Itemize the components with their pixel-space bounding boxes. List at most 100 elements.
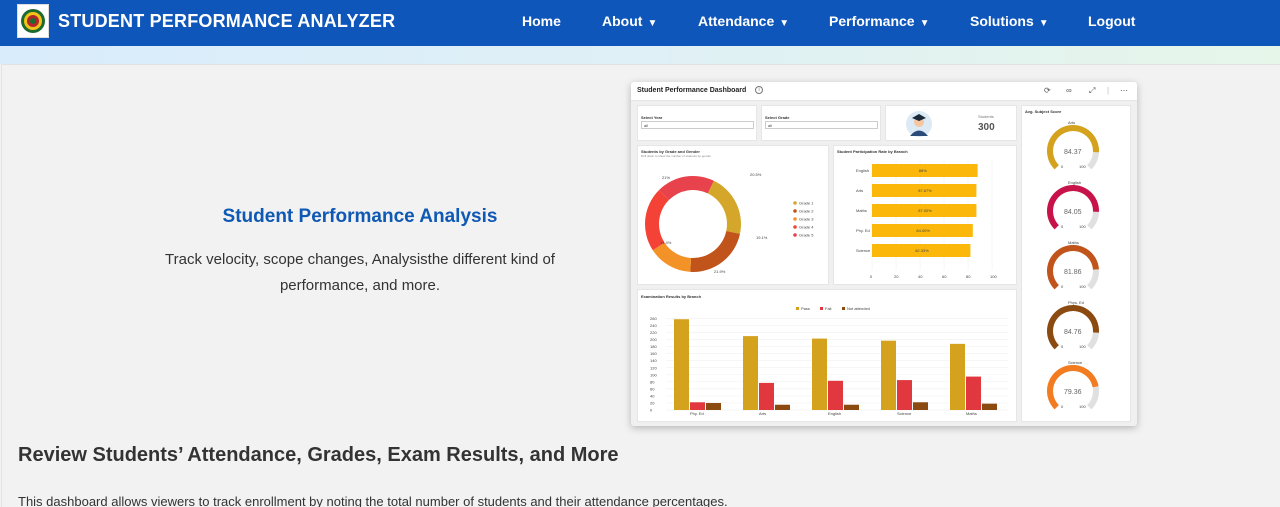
chevron-down-icon: ▼ bbox=[779, 18, 790, 29]
exam-bar bbox=[844, 404, 859, 410]
bar-data-label: 88% bbox=[919, 168, 927, 173]
bar-data-label: 82.33% bbox=[915, 248, 929, 253]
donut-data-label: 21.9% bbox=[714, 269, 726, 274]
y-tick-label: 180 bbox=[650, 344, 657, 349]
x-tick-label: 40 bbox=[918, 274, 923, 279]
select-grade-card: Select Grade all bbox=[761, 105, 881, 141]
exam-bar bbox=[706, 402, 721, 410]
nav-solutions[interactable]: Solutions ▼ bbox=[970, 13, 1049, 29]
more-icon[interactable]: ⋯ bbox=[1120, 86, 1128, 95]
exam-bar bbox=[690, 402, 705, 410]
dashboard-preview: Student Performance Dashboard i ⟳ ∞ ⤢ | … bbox=[631, 82, 1137, 426]
gauge-min: 0 bbox=[1061, 224, 1064, 229]
gauge-max: 100 bbox=[1079, 404, 1086, 409]
legend-marker bbox=[793, 209, 797, 213]
legend-marker bbox=[793, 217, 797, 221]
participation-chart[interactable]: 0 20 40 60 80 100 English 88% Arts 87.67% Maths 87.… bbox=[834, 146, 1018, 286]
y-tick-label: 80 bbox=[650, 379, 655, 384]
y-tick-label: 40 bbox=[650, 393, 655, 398]
gauge-max: 100 bbox=[1079, 164, 1086, 169]
select-grade-dropdown[interactable]: all bbox=[765, 121, 878, 129]
x-tick-label: 0 bbox=[870, 274, 873, 279]
select-year-dropdown[interactable]: all bbox=[641, 121, 754, 129]
donut-data-label: 20.5% bbox=[750, 172, 762, 177]
nav-logout[interactable]: Logout bbox=[1088, 13, 1140, 29]
students-card: Students 300 bbox=[885, 105, 1017, 141]
exam-bar bbox=[759, 382, 774, 410]
y-category-label: English bbox=[856, 168, 869, 173]
gauge-subject-label: Maths bbox=[1068, 240, 1079, 245]
institution-logo[interactable] bbox=[17, 4, 49, 38]
gauge-subject-label: Phys. Ed bbox=[1068, 300, 1084, 305]
y-tick-label: 260 bbox=[650, 316, 657, 321]
students-label: Students bbox=[978, 114, 994, 119]
exam-bar bbox=[743, 336, 758, 410]
y-category-label: Phy. Ed bbox=[856, 228, 870, 233]
subject-score-gauges[interactable]: Arts 84.37 0 100 English 84.05 0 100 Maths 81.86 0… bbox=[1022, 106, 1132, 423]
gauge-value-arc bbox=[1047, 125, 1099, 170]
y-category-label: Maths bbox=[856, 208, 867, 213]
donut-data-label: 19.1% bbox=[756, 235, 768, 240]
exam-bar bbox=[881, 340, 896, 410]
chevron-down-icon: ▼ bbox=[647, 18, 658, 29]
exam-bar bbox=[913, 402, 928, 410]
gauge-value-arc bbox=[1047, 245, 1099, 290]
section-text: This dashboard allows viewers to track e… bbox=[18, 494, 728, 507]
expand-icon[interactable]: ⤢ bbox=[1089, 86, 1095, 96]
hero-title: Student Performance Analysis bbox=[222, 206, 498, 227]
nav-performance[interactable]: Performance ▼ bbox=[829, 13, 930, 29]
x-category-label: Arts bbox=[759, 411, 766, 416]
gauge-max: 100 bbox=[1079, 224, 1086, 229]
exam-results-chart[interactable]: 0 20 40 60 80 100 120 140 160 180 200 220 240 260 Pass… bbox=[638, 290, 1018, 423]
subject-score-card: Avg. Subject Score Arts 84.37 0 100 English 8… bbox=[1021, 105, 1131, 422]
legend-label: Grade 1 bbox=[799, 201, 814, 206]
student-avatar-icon bbox=[906, 111, 932, 137]
x-tick-label: 60 bbox=[942, 274, 947, 279]
donut-slice bbox=[690, 231, 740, 272]
info-icon: i bbox=[755, 86, 763, 94]
glasses-icon[interactable]: ∞ bbox=[1066, 86, 1072, 95]
legend-marker bbox=[820, 307, 823, 310]
gauge-subject-label: English bbox=[1068, 180, 1081, 185]
donut-chart[interactable]: 20.5% 19.1% 21.9% 14.4% 21% Grade 1 Grade 2 Gra… bbox=[638, 146, 830, 286]
x-tick-label: 100 bbox=[990, 274, 997, 279]
y-category-label: Arts bbox=[856, 188, 863, 193]
grade-gender-card: Students by Grade and Gender Drill down … bbox=[637, 145, 829, 285]
legend-label: Fail bbox=[825, 306, 832, 311]
x-category-label: English bbox=[828, 411, 841, 416]
legend-marker bbox=[793, 233, 797, 237]
section-title: Review Students’ Attendance, Grades, Exa… bbox=[18, 444, 619, 466]
donut-slice bbox=[707, 180, 741, 234]
bar-data-label: 84.00% bbox=[916, 228, 930, 233]
exam-results-card: Examination Results by Branch 0 20 40 60 80 1… bbox=[637, 289, 1017, 422]
exam-bar bbox=[897, 380, 912, 410]
nav-about[interactable]: About ▼ bbox=[602, 13, 657, 29]
participation-card: Student Participation Rate by Branch 0 20… bbox=[833, 145, 1017, 285]
donut-slice bbox=[652, 242, 692, 272]
students-count: 300 bbox=[978, 122, 995, 133]
exam-bar bbox=[950, 343, 965, 410]
gradient-strip bbox=[0, 46, 1280, 64]
legend-marker bbox=[793, 225, 797, 229]
gauge-value: 84.05 bbox=[1064, 209, 1082, 216]
y-tick-label: 20 bbox=[650, 400, 655, 405]
divider: | bbox=[1107, 86, 1110, 95]
nav-home[interactable]: Home bbox=[522, 13, 566, 29]
x-tick-label: 80 bbox=[966, 274, 971, 279]
brand-title[interactable]: STUDENT PERFORMANCE ANALYZER bbox=[58, 11, 395, 32]
y-tick-label: 120 bbox=[650, 365, 657, 370]
refresh-icon[interactable]: ⟳ bbox=[1044, 86, 1051, 95]
y-tick-label: 60 bbox=[650, 386, 655, 391]
legend-label: Grade 3 bbox=[799, 217, 814, 222]
chevron-down-icon: ▼ bbox=[919, 18, 930, 29]
x-tick-label: 20 bbox=[894, 274, 899, 279]
nav-attendance[interactable]: Attendance ▼ bbox=[698, 13, 789, 29]
y-category-label: Science bbox=[856, 248, 871, 253]
hero-description: Track velocity, scope changes, Analysist… bbox=[165, 251, 555, 294]
bar-data-label: 87.00% bbox=[918, 208, 932, 213]
select-year-card: Select Year all bbox=[637, 105, 757, 141]
gauge-subject-label: Arts bbox=[1068, 120, 1075, 125]
exam-bar bbox=[966, 376, 981, 410]
bar-data-label: 87.67% bbox=[918, 188, 932, 193]
x-category-label: Science bbox=[897, 411, 912, 416]
